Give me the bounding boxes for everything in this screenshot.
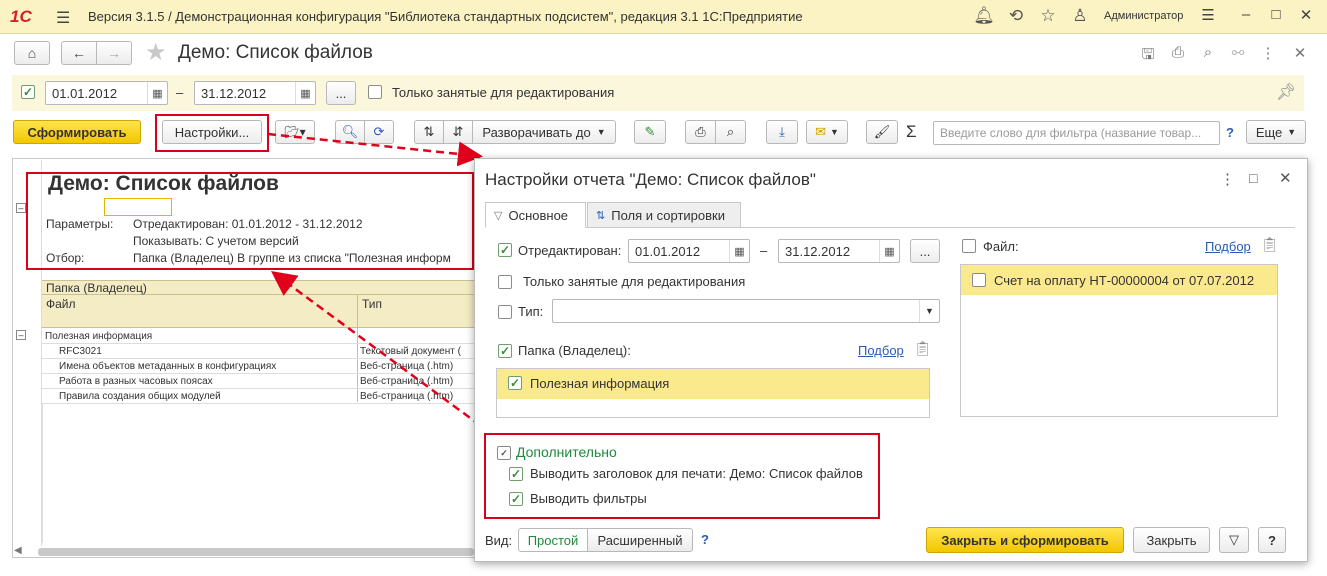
file-label: Файл: — [983, 239, 1019, 254]
extra-collapse-icon[interactable]: ✓ — [497, 446, 511, 460]
file-item-checkbox[interactable] — [972, 273, 986, 287]
edited-period-button[interactable]: ... — [910, 239, 940, 263]
file-pick-link[interactable]: Подбор — [1205, 239, 1251, 254]
edited-label: Отредактирован: — [518, 243, 622, 258]
extra-section-title[interactable]: Дополнительно — [516, 444, 617, 460]
dialog-only-busy-label: Только занятые для редактирования — [523, 274, 746, 289]
close-button[interactable]: Закрыть — [1133, 527, 1210, 553]
dialog-title: Настройки отчета "Демо: Список файлов" — [485, 170, 816, 189]
edited-date-to[interactable]: 31.12.2012 ▦ — [778, 239, 900, 263]
folder-pick-link[interactable]: Подбор — [858, 343, 904, 358]
file-checkbox[interactable] — [962, 239, 976, 253]
print-header-checkbox[interactable]: ✓ — [509, 467, 523, 481]
filter-icon: ▽ — [494, 209, 503, 222]
folder-item-label: Полезная информация — [530, 376, 670, 391]
dialog-help-button[interactable]: ? — [1258, 527, 1286, 553]
folder-list[interactable]: ✓ Полезная информация — [496, 368, 930, 418]
close-and-generate-button[interactable]: Закрыть и сформировать — [926, 527, 1124, 553]
edited-checkbox[interactable]: ✓ — [498, 243, 512, 257]
tab-fields[interactable]: ⇅ Поля и сортировки — [587, 202, 741, 228]
folder-checkbox[interactable]: ✓ — [498, 344, 512, 358]
dialog-menu-icon[interactable]: ⋮ — [1220, 170, 1235, 188]
edited-date-from[interactable]: 01.01.2012 ▦ — [628, 239, 750, 263]
edited-dash: – — [760, 243, 768, 258]
tab-fields-label: Поля и сортировки — [611, 207, 725, 223]
clipboard-icon[interactable]: 📋︎ — [914, 340, 932, 357]
file-list[interactable]: Счет на оплату НТ-00000004 от 07.07.2012 — [960, 264, 1278, 417]
print-filters-label: Выводить фильтры — [530, 491, 647, 506]
file-item-label: Счет на оплату НТ-00000004 от 07.07.2012 — [994, 273, 1255, 288]
dropdown-arrow-icon[interactable]: ▼ — [919, 300, 939, 322]
type-label: Тип: — [518, 304, 544, 319]
edited-date-to-value: 31.12.2012 — [785, 244, 851, 259]
folder-list-item[interactable]: ✓ Полезная информация — [497, 369, 929, 399]
view-help-button[interactable]: ? — [701, 532, 709, 547]
folder-label: Папка (Владелец): — [518, 343, 631, 358]
calendar-icon[interactable]: ▦ — [879, 240, 899, 262]
view-extended-button[interactable]: Расширенный — [587, 528, 693, 552]
tab-main[interactable]: ▽ Основное — [485, 202, 586, 228]
dialog-maximize-icon[interactable]: □ — [1249, 170, 1257, 186]
file-list-item[interactable]: Счет на оплату НТ-00000004 от 07.07.2012 — [961, 265, 1277, 295]
print-header-label: Выводить заголовок для печати: Демо: Спи… — [530, 466, 863, 481]
filter-icon: ▽ — [1229, 532, 1239, 547]
settings-arrow — [267, 132, 483, 167]
tab-main-label: Основное — [508, 207, 569, 223]
filter-settings-button[interactable]: ▽ — [1219, 527, 1249, 553]
dialog-close-icon[interactable]: ✕ — [1279, 169, 1292, 187]
sort-fields-icon: ⇅ — [596, 209, 606, 222]
dialog-only-busy-checkbox[interactable] — [498, 275, 512, 289]
file-clipboard-icon[interactable]: 📋︎ — [1261, 236, 1279, 253]
extra-arrow — [270, 271, 501, 442]
edited-date-from-value: 01.01.2012 — [635, 244, 701, 259]
type-checkbox[interactable] — [498, 305, 512, 319]
view-simple-button[interactable]: Простой — [518, 528, 588, 552]
view-label: Вид: — [485, 533, 513, 548]
calendar-icon[interactable]: ▦ — [729, 240, 749, 262]
type-select[interactable]: ▼ — [552, 299, 940, 323]
folder-item-checkbox[interactable]: ✓ — [508, 376, 522, 390]
print-filters-checkbox[interactable]: ✓ — [509, 492, 523, 506]
